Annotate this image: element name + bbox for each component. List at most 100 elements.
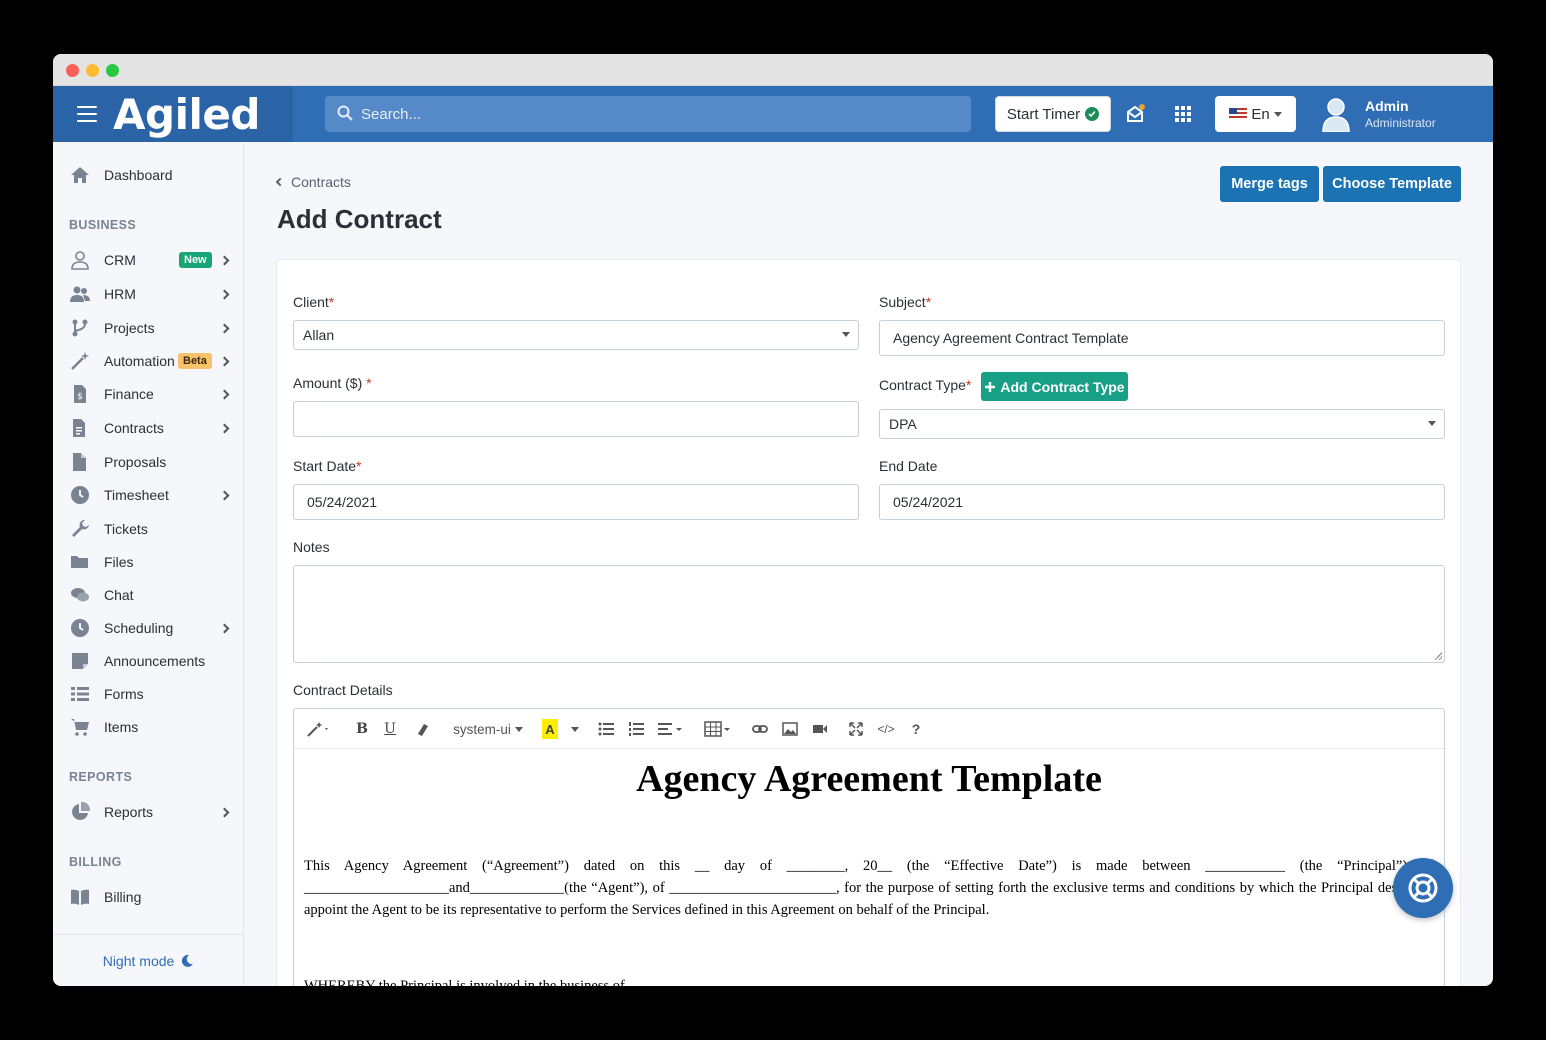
help-button[interactable]: ? — [908, 719, 924, 739]
sidebar-item-items[interactable]: Items — [53, 712, 244, 742]
text-color-dropdown[interactable] — [570, 719, 580, 739]
help-support-button[interactable] — [1393, 858, 1453, 918]
clock-icon — [71, 486, 89, 504]
sidebar-item-chat[interactable]: Chat — [53, 580, 244, 610]
notes-label: Notes — [293, 539, 330, 555]
sidebar-item-label: Finance — [104, 386, 154, 402]
choose-template-button[interactable]: Choose Template — [1323, 166, 1461, 202]
resize-handle[interactable] — [1434, 652, 1442, 660]
user-icon — [71, 251, 89, 270]
sidebar-item-contracts[interactable]: Contracts — [53, 413, 244, 443]
contract-form-card: Client* Allan Subject* Agency Agreement … — [276, 259, 1461, 986]
sidebar-item-billing[interactable]: Billing — [53, 882, 244, 912]
align-icon[interactable] — [658, 719, 684, 739]
chevron-right-icon — [219, 490, 230, 500]
contract-type-select[interactable]: DPA — [879, 409, 1445, 439]
sidebar-item-automation[interactable]: Automation Beta — [53, 346, 244, 376]
start-date-input[interactable]: 05/24/2021 — [293, 484, 859, 520]
sidebar-item-hrm[interactable]: HRM — [53, 279, 244, 309]
text-color-button[interactable]: A — [542, 719, 558, 739]
avatar[interactable] — [1321, 96, 1351, 132]
sidebar-item-dashboard[interactable]: Dashboard — [53, 160, 244, 190]
sidebar-item-label: Contracts — [104, 420, 164, 436]
contract-details-label: Contract Details — [293, 682, 393, 698]
add-contract-type-button[interactable]: Add Contract Type — [981, 372, 1128, 401]
merge-tags-button[interactable]: Merge tags — [1220, 166, 1319, 202]
sidebar-item-files[interactable]: Files — [53, 547, 244, 577]
breadcrumb[interactable]: Contracts — [275, 174, 351, 190]
font-family-dropdown[interactable]: system-ui — [450, 719, 526, 739]
start-timer-button[interactable]: Start Timer — [995, 96, 1111, 132]
sidebar-item-reports[interactable]: Reports — [53, 797, 244, 827]
numbered-list-icon[interactable] — [628, 719, 644, 739]
image-icon[interactable] — [782, 719, 798, 739]
sidebar-item-finance[interactable]: $ Finance — [53, 379, 244, 409]
subject-input[interactable]: Agency Agreement Contract Template — [879, 320, 1445, 356]
wrench-icon — [72, 520, 89, 537]
notes-textarea[interactable] — [293, 565, 1445, 663]
new-badge: New — [179, 252, 212, 268]
client-select-value: Allan — [303, 327, 335, 343]
amount-input[interactable] — [293, 401, 859, 437]
user-name[interactable]: Admin — [1365, 98, 1409, 114]
sidebar-item-forms[interactable]: Forms — [53, 679, 244, 709]
maximize-window-button[interactable] — [106, 64, 119, 77]
bold-button[interactable]: B — [354, 719, 370, 739]
sidebar-item-timesheet[interactable]: Timesheet — [53, 480, 244, 510]
magic-wand-icon[interactable] — [306, 719, 332, 739]
editor-content[interactable]: Agency Agreement Template This Agency Ag… — [294, 757, 1444, 986]
sidebar-item-scheduling[interactable]: Scheduling — [53, 613, 244, 643]
underline-button[interactable]: U — [382, 719, 398, 739]
sidebar-item-label: Files — [104, 554, 134, 570]
sidebar-item-projects[interactable]: Projects — [53, 313, 244, 343]
chevron-down-icon — [1428, 421, 1436, 426]
code-view-button[interactable]: </> — [874, 719, 898, 739]
contract-type-value: DPA — [889, 416, 917, 432]
end-date-input[interactable]: 05/24/2021 — [879, 484, 1445, 520]
sidebar-item-label: Dashboard — [104, 167, 173, 183]
language-label: En — [1251, 105, 1270, 123]
list-icon — [71, 687, 89, 701]
sidebar-item-label: Proposals — [104, 454, 167, 470]
rich-text-editor[interactable]: B U system-ui A </> ? Agency Agreement T… — [293, 708, 1445, 986]
sidebar-item-label: Tickets — [104, 521, 148, 537]
notifications-icon[interactable] — [1125, 104, 1145, 124]
sidebar-item-announcements[interactable]: Announcements — [53, 646, 244, 676]
chevron-right-icon — [219, 323, 230, 333]
chevron-right-icon — [219, 389, 230, 399]
font-family-label: system-ui — [453, 721, 511, 737]
check-circle-icon — [1085, 107, 1100, 121]
brand-area: Agiled — [53, 86, 293, 142]
sidebar-item-label: Chat — [104, 587, 134, 603]
sidebar-item-label: Timesheet — [104, 487, 169, 503]
brand-logo[interactable]: Agiled — [113, 90, 260, 139]
eraser-icon[interactable] — [414, 719, 430, 739]
start-date-label: Start Date* — [293, 458, 362, 474]
sidebar-item-proposals[interactable]: Proposals — [53, 447, 244, 477]
search-box[interactable] — [325, 96, 971, 132]
projects-icon — [72, 319, 88, 337]
search-input[interactable] — [361, 96, 961, 132]
user-role: Administrator — [1365, 116, 1436, 130]
apps-grid-icon[interactable] — [1173, 104, 1193, 124]
fullscreen-icon[interactable] — [848, 719, 864, 739]
breadcrumb-link[interactable]: Contracts — [291, 174, 351, 190]
language-selector[interactable]: En — [1215, 96, 1296, 132]
bullet-list-icon[interactable] — [598, 719, 614, 739]
page-title: Add Contract — [277, 204, 442, 234]
hamburger-menu-icon[interactable] — [77, 106, 97, 122]
night-mode-label: Night mode — [102, 952, 175, 969]
sidebar-item-label: Scheduling — [104, 620, 174, 636]
close-window-button[interactable] — [66, 64, 79, 77]
link-icon[interactable] — [752, 719, 768, 739]
chevron-right-icon — [219, 623, 230, 633]
table-icon[interactable] — [704, 719, 732, 739]
sidebar-item-tickets[interactable]: Tickets — [53, 514, 244, 544]
minimize-window-button[interactable] — [86, 64, 99, 77]
main-content: Contracts Add Contract Merge tags Choose… — [244, 142, 1493, 986]
night-mode-toggle[interactable]: Night mode — [53, 934, 244, 986]
finance-icon: $ — [74, 385, 86, 403]
client-select[interactable]: Allan — [293, 320, 859, 350]
video-icon[interactable] — [812, 719, 828, 739]
sidebar-item-crm[interactable]: CRM New — [53, 245, 244, 275]
